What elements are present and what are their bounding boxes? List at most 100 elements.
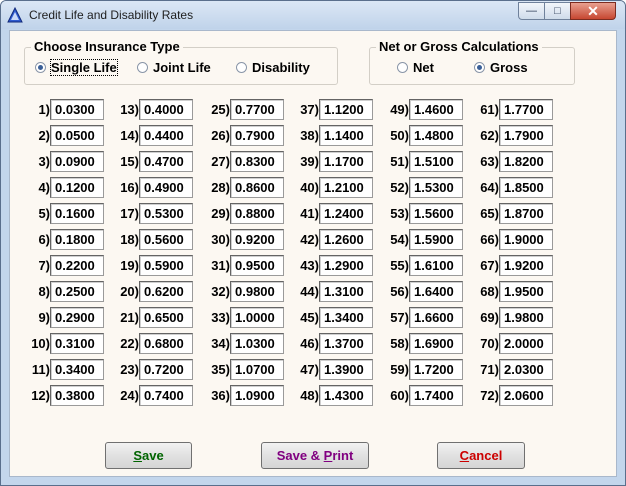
rate-input[interactable]: 0.4000	[139, 99, 193, 120]
rate-label: 18)	[120, 232, 139, 247]
rate-input[interactable]: 0.2500	[50, 281, 104, 302]
rate-input[interactable]: 0.9500	[230, 255, 284, 276]
rate-input[interactable]: 1.3700	[319, 333, 373, 354]
rate-input[interactable]: 1.4300	[319, 385, 373, 406]
rate-input[interactable]: 1.4800	[409, 125, 463, 146]
rate-input[interactable]: 0.9200	[230, 229, 284, 250]
rate-input[interactable]: 1.2400	[319, 203, 373, 224]
rate-input[interactable]: 0.3100	[50, 333, 104, 354]
rate-input[interactable]: 0.1600	[50, 203, 104, 224]
rate-input[interactable]: 1.8500	[499, 177, 553, 198]
rate-input[interactable]: 1.2100	[319, 177, 373, 198]
rate-input[interactable]: 0.1800	[50, 229, 104, 250]
rate-input[interactable]: 1.4600	[409, 99, 463, 120]
rate-label: 2)	[38, 128, 50, 143]
gross-label: Gross	[490, 60, 528, 75]
rate-input[interactable]: 0.1200	[50, 177, 104, 198]
rate-input[interactable]: 1.6900	[409, 333, 463, 354]
rate-input[interactable]: 0.3400	[50, 359, 104, 380]
minimize-button[interactable]: —	[518, 2, 545, 20]
rate-input[interactable]: 1.6400	[409, 281, 463, 302]
rate-input[interactable]: 2.0000	[499, 333, 553, 354]
joint-life-label: Joint Life	[153, 60, 211, 75]
save-and-print-button[interactable]: Save & Print	[261, 442, 369, 469]
save-button[interactable]: Save	[105, 442, 192, 469]
rate-label: 50)	[390, 128, 409, 143]
rate-input[interactable]: 1.0700	[230, 359, 284, 380]
rate-input[interactable]: 1.7900	[499, 125, 553, 146]
rate-input[interactable]: 2.0600	[499, 385, 553, 406]
rate-input[interactable]: 0.7900	[230, 125, 284, 146]
rate-input[interactable]: 0.5300	[139, 203, 193, 224]
disability-radio[interactable]: Disability	[236, 60, 310, 75]
rate-input[interactable]: 0.0900	[50, 151, 104, 172]
rate-input[interactable]: 1.7400	[409, 385, 463, 406]
rate-input[interactable]: 0.0300	[50, 99, 104, 120]
rate-input[interactable]: 1.1400	[319, 125, 373, 146]
rate-input[interactable]: 0.6800	[139, 333, 193, 354]
rate-label: 10)	[31, 336, 50, 351]
rate-input[interactable]: 1.3900	[319, 359, 373, 380]
rate-input[interactable]: 0.4700	[139, 151, 193, 172]
rate-input[interactable]: 0.8800	[230, 203, 284, 224]
rate-input[interactable]: 0.6200	[139, 281, 193, 302]
rate-input[interactable]: 0.8300	[230, 151, 284, 172]
rate-input[interactable]: 1.5900	[409, 229, 463, 250]
gross-radio[interactable]: Gross	[474, 60, 528, 75]
rate-input[interactable]: 1.8700	[499, 203, 553, 224]
rate-input[interactable]: 1.0000	[230, 307, 284, 328]
rate-input[interactable]: 1.9000	[499, 229, 553, 250]
rate-input[interactable]: 0.3800	[50, 385, 104, 406]
rate-input[interactable]: 0.8600	[230, 177, 284, 198]
rate-input[interactable]: 1.8200	[499, 151, 553, 172]
rate-input[interactable]: 1.2900	[319, 255, 373, 276]
rate-input[interactable]: 1.5100	[409, 151, 463, 172]
rate-input[interactable]: 0.6500	[139, 307, 193, 328]
single-life-radio[interactable]: Single Life	[35, 59, 118, 76]
rate-input[interactable]: 1.6100	[409, 255, 463, 276]
rate-input[interactable]: 0.7400	[139, 385, 193, 406]
rate-input[interactable]: 1.9500	[499, 281, 553, 302]
joint-life-radio[interactable]: Joint Life	[137, 60, 211, 75]
rate-input[interactable]: 1.7700	[499, 99, 553, 120]
rate-input[interactable]: 1.5600	[409, 203, 463, 224]
rate-input[interactable]: 1.0300	[230, 333, 284, 354]
rate-input[interactable]: 1.3100	[319, 281, 373, 302]
rate-input[interactable]: 1.9800	[499, 307, 553, 328]
rate-input[interactable]: 0.4900	[139, 177, 193, 198]
rate-input[interactable]: 1.2600	[319, 229, 373, 250]
rate-input[interactable]: 1.1200	[319, 99, 373, 120]
rate-input[interactable]: 2.0300	[499, 359, 553, 380]
close-button[interactable]: ✕	[570, 2, 616, 20]
maximize-button[interactable]: □	[544, 2, 571, 20]
cancel-button[interactable]: Cancel	[437, 442, 525, 469]
rate-label: 9)	[38, 310, 50, 325]
rate-input[interactable]: 1.0900	[230, 385, 284, 406]
rate-input[interactable]: 1.7200	[409, 359, 463, 380]
rate-input[interactable]: 0.0500	[50, 125, 104, 146]
rate-label: 41)	[300, 206, 319, 221]
rate-input[interactable]: 0.7700	[230, 99, 284, 120]
rate-input[interactable]: 1.5300	[409, 177, 463, 198]
rate-label: 69)	[480, 310, 499, 325]
rate-input[interactable]: 1.6600	[409, 307, 463, 328]
rate-input[interactable]: 0.2200	[50, 255, 104, 276]
rate-input[interactable]: 0.5600	[139, 229, 193, 250]
rate-input[interactable]: 0.2900	[50, 307, 104, 328]
rate-label: 64)	[480, 180, 499, 195]
rate-input[interactable]: 0.9800	[230, 281, 284, 302]
rate-input[interactable]: 0.4400	[139, 125, 193, 146]
rate-input[interactable]: 1.3400	[319, 307, 373, 328]
dialog-body: Choose Insurance Type Single Life Joint …	[9, 30, 617, 477]
rate-input[interactable]: 0.7200	[139, 359, 193, 380]
title-bar[interactable]: Credit Life and Disability Rates — □ ✕	[1, 1, 625, 29]
rate-input[interactable]: 0.5900	[139, 255, 193, 276]
rate-input[interactable]: 1.1700	[319, 151, 373, 172]
rate-label: 33)	[211, 310, 230, 325]
rate-label: 42)	[300, 232, 319, 247]
rate-input[interactable]: 1.9200	[499, 255, 553, 276]
net-radio[interactable]: Net	[397, 60, 434, 75]
rate-label: 1)	[38, 102, 50, 117]
rate-label: 29)	[211, 206, 230, 221]
rate-label: 43)	[300, 258, 319, 273]
